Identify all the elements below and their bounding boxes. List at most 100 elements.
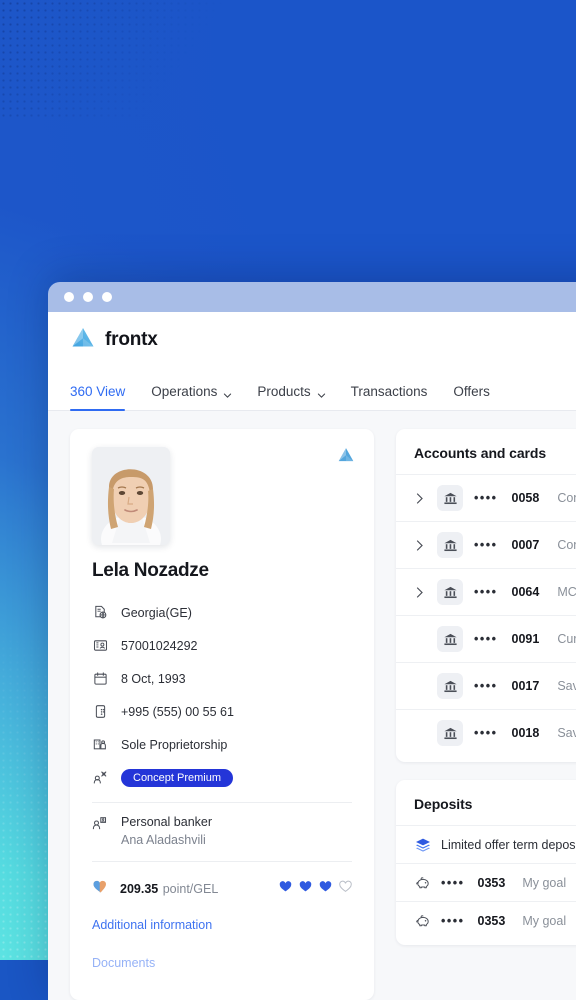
- accounts-panel-title: Accounts and cards: [414, 445, 547, 461]
- additional-information-link[interactable]: Additional information: [92, 904, 352, 942]
- window-minimize-dot[interactable]: [83, 292, 93, 302]
- account-number: 0017: [511, 679, 540, 693]
- deposit-label: My goal: [522, 875, 567, 890]
- bank-icon: [437, 532, 463, 558]
- table-row[interactable]: •••• 0007 Concept: [396, 521, 576, 568]
- table-row[interactable]: •••• 0091 Current: [396, 615, 576, 662]
- deposit-mask: ••••: [441, 875, 465, 890]
- heart-filled-icon: [299, 880, 312, 898]
- document-globe-icon: [92, 605, 108, 621]
- deposit-label: My goal: [522, 913, 567, 928]
- app-viewport: frontx 360 View Operations Products Tran…: [48, 312, 576, 1000]
- brand-name: frontx: [105, 329, 158, 350]
- frontx-triangle-logo-icon: [70, 325, 96, 356]
- account-label: MC GO: [557, 585, 576, 599]
- right-column: Accounts and cards •••• 0058 Concept •••…: [396, 429, 576, 1000]
- heart-filled-icon: [319, 880, 332, 898]
- browser-window: frontx 360 View Operations Products Tran…: [48, 282, 576, 1000]
- page-content: Lela Nozadze Georgia(GE) 57001024292 8 O…: [48, 411, 576, 1000]
- account-label: Savings: [557, 726, 576, 740]
- list-item[interactable]: •••• 0353 My goal: [396, 901, 576, 939]
- frontx-triangle-logo-icon: [336, 445, 356, 470]
- divider: [92, 861, 352, 862]
- page-title: Lela Nozadze: [92, 560, 209, 581]
- piggy-bank-icon: [414, 912, 431, 929]
- loyalty-points-unit: point/GEL: [162, 882, 219, 896]
- deposits-panel: Deposits Limited offer term deposit ••••…: [396, 780, 576, 945]
- business-icon: [92, 737, 108, 753]
- divider: [92, 802, 352, 803]
- profile-field-business-type: Sole Proprietorship: [92, 728, 352, 761]
- chevron-right-icon[interactable]: [414, 539, 426, 551]
- account-number: 0058: [511, 491, 540, 505]
- phone-icon: [92, 704, 108, 720]
- tab-offers[interactable]: Offers: [440, 384, 503, 410]
- status-badge[interactable]: Concept Premium: [121, 768, 234, 787]
- profile-field-phone: +995 (555) 00 55 61: [92, 695, 352, 728]
- window-maximize-dot[interactable]: [102, 292, 112, 302]
- window-titlebar: [48, 282, 576, 312]
- account-number: 0064: [511, 585, 540, 599]
- list-item[interactable]: Limited offer term deposit: [396, 825, 576, 863]
- calendar-icon: [92, 671, 108, 687]
- bank-icon: [437, 485, 463, 511]
- bank-icon: [437, 673, 463, 699]
- chevron-down-icon: [317, 388, 325, 398]
- profile-field-value: +995 (555) 00 55 61: [121, 704, 234, 719]
- customer-profile-card: Lela Nozadze Georgia(GE) 57001024292 8 O…: [70, 429, 374, 1000]
- app-header: frontx: [48, 312, 576, 368]
- profile-field-value: 8 Oct, 1993: [121, 671, 186, 686]
- background-dot-pattern-top: [0, 0, 240, 120]
- list-item[interactable]: •••• 0353 My goal: [396, 863, 576, 901]
- accounts-and-cards-panel: Accounts and cards •••• 0058 Concept •••…: [396, 429, 576, 762]
- tab-label: Transactions: [350, 384, 428, 399]
- table-row[interactable]: •••• 0064 MC GO: [396, 568, 576, 615]
- layers-icon: [414, 836, 431, 853]
- loyalty-points-value: 209.35: [120, 882, 159, 896]
- deposits-panel-title: Deposits: [414, 796, 473, 812]
- account-label: Concept: [557, 491, 576, 505]
- account-number: 0018: [511, 726, 540, 740]
- account-mask: ••••: [474, 585, 498, 599]
- profile-field-value: Georgia(GE): [121, 605, 192, 620]
- documents-link[interactable]: Documents: [92, 942, 352, 980]
- bank-icon: [437, 720, 463, 746]
- tab-label: Products: [257, 384, 311, 399]
- tab-label: Offers: [453, 384, 490, 399]
- tab-transactions[interactable]: Transactions: [338, 384, 441, 410]
- chevron-right-icon[interactable]: [414, 586, 426, 598]
- account-mask: ••••: [474, 538, 498, 552]
- heart-outline-icon: [339, 880, 352, 898]
- id-card-icon: [92, 638, 108, 654]
- person-badge-icon: [92, 816, 108, 832]
- profile-field-value: 57001024292: [121, 638, 198, 653]
- account-mask: ••••: [474, 679, 498, 693]
- tab-operations[interactable]: Operations: [138, 384, 244, 410]
- tab-label: 360 View: [70, 384, 126, 399]
- tab-label: Operations: [151, 384, 218, 399]
- loyalty-hearts: [279, 880, 352, 898]
- table-row[interactable]: •••• 0058 Concept: [396, 474, 576, 521]
- account-mask: ••••: [474, 632, 498, 646]
- bank-icon: [437, 579, 463, 605]
- bank-icon: [437, 626, 463, 652]
- tab-360-view[interactable]: 360 View: [70, 384, 138, 411]
- brand-logo-group[interactable]: frontx: [70, 325, 158, 356]
- main-nav: 360 View Operations Products Transaction…: [48, 368, 576, 411]
- chevron-right-icon[interactable]: [414, 492, 426, 504]
- account-label: Current: [557, 632, 576, 646]
- profile-field-id-number: 57001024292: [92, 629, 352, 662]
- loyalty-points-row: 209.35 point/GEL: [92, 870, 352, 904]
- avatar: [92, 447, 170, 545]
- window-close-dot[interactable]: [64, 292, 74, 302]
- personal-banker-title: Personal banker: [121, 815, 213, 829]
- table-row[interactable]: •••• 0017 Savings: [396, 662, 576, 709]
- loyalty-heart-icon: [92, 878, 109, 900]
- deposit-offer-label: Limited offer term deposit: [441, 837, 576, 852]
- heart-filled-icon: [279, 880, 292, 898]
- table-row[interactable]: •••• 0018 Savings: [396, 709, 576, 756]
- chevron-down-icon: [223, 388, 232, 398]
- profile-field-country: Georgia(GE): [92, 596, 352, 629]
- tab-products[interactable]: Products: [244, 384, 337, 410]
- profile-field-segment: Concept Premium: [92, 761, 352, 794]
